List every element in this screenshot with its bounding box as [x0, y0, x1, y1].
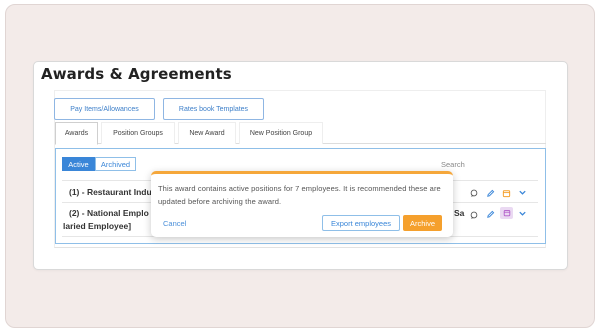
- filter-active-button[interactable]: Active: [62, 157, 95, 171]
- export-employees-button[interactable]: Export employees: [322, 215, 400, 231]
- page-title: Awards & Agreements: [41, 65, 232, 83]
- tab-awards[interactable]: Awards: [55, 122, 98, 145]
- tab-new-position-group[interactable]: New Position Group: [239, 122, 323, 144]
- edit-icon[interactable]: [485, 188, 495, 198]
- rates-book-templates-button[interactable]: Rates book Templates: [163, 98, 264, 120]
- award-row-2-title[interactable]: (2) - National Emplo: [69, 208, 149, 218]
- archive-button[interactable]: Archive: [403, 215, 442, 231]
- award-row-2-title-tail: Sa: [454, 208, 465, 218]
- tab-position-groups[interactable]: Position Groups: [101, 122, 175, 144]
- archive-confirm-dialog: This award contains active positions for…: [151, 171, 453, 237]
- award-row-2-title-line2: laried Employee]: [63, 221, 132, 231]
- chevron-down-icon[interactable]: [517, 208, 527, 218]
- search-input[interactable]: Search: [441, 160, 465, 169]
- chevron-down-icon[interactable]: [517, 187, 527, 197]
- cancel-button[interactable]: Cancel: [163, 219, 186, 228]
- archive-icon[interactable]: [501, 188, 511, 198]
- pay-items-button[interactable]: Pay Items/Allowances: [54, 98, 155, 120]
- dialog-message: This award contains active positions for…: [158, 184, 441, 206]
- copy-icon[interactable]: [469, 210, 479, 220]
- edit-icon[interactable]: [485, 209, 495, 219]
- copy-icon[interactable]: [469, 188, 479, 198]
- award-row-1-title[interactable]: (1) - Restaurant Indu: [69, 187, 152, 197]
- tab-new-award[interactable]: New Award: [178, 122, 236, 144]
- archive-icon[interactable]: [500, 207, 513, 219]
- filter-archived-button[interactable]: Archived: [95, 157, 136, 171]
